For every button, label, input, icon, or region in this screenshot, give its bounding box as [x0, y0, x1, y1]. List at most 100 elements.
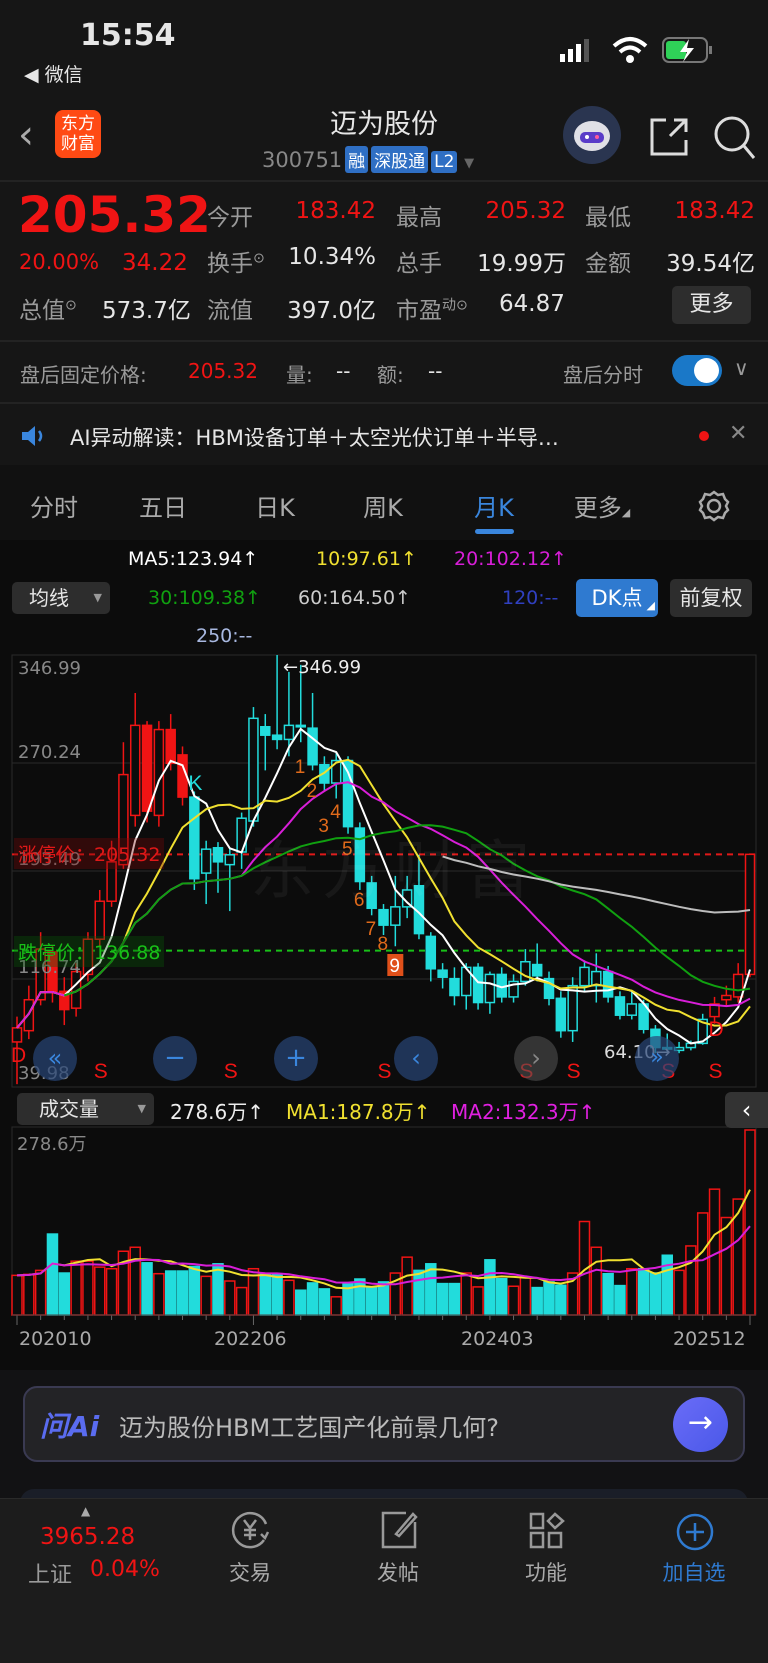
- x-tick-label: 202206: [214, 1328, 287, 1350]
- nav-post[interactable]: 发帖: [377, 1557, 419, 1587]
- candle-body: [520, 960, 531, 983]
- volume-bar: [129, 1246, 141, 1316]
- limit-down-label: 跌停价：136.88: [14, 936, 165, 967]
- volume-bar: [531, 1286, 543, 1316]
- volume-bar: [495, 1277, 508, 1316]
- td-count-label: 2: [307, 781, 318, 802]
- y-tick-max: 346.99: [18, 658, 81, 679]
- candle-body: [425, 935, 437, 970]
- volume-bar: [105, 1267, 118, 1316]
- volume-bar: [11, 1274, 23, 1316]
- ask-ai-prompt[interactable]: 迈为股份HBM工艺国产化前景几何?: [119, 1408, 499, 1443]
- volume-bar: [82, 1260, 94, 1316]
- volume-bar: [176, 1270, 189, 1316]
- td-count-label: 7: [366, 919, 377, 940]
- volume-value-legend: 278.6万↑: [170, 1100, 265, 1124]
- volume-bar: [94, 1266, 106, 1316]
- candle-body: [260, 725, 271, 736]
- add-watchlist-icon[interactable]: [675, 1512, 715, 1556]
- send-arrow-button[interactable]: →: [673, 1397, 728, 1452]
- scroll-to-start-button[interactable]: «: [33, 1036, 77, 1081]
- nav-functions[interactable]: 功能: [525, 1557, 567, 1587]
- volume-bar: [164, 1270, 177, 1316]
- volume-indicator-selector[interactable]: 成交量 ▼: [17, 1093, 154, 1125]
- volume-bar: [306, 1282, 319, 1316]
- volume-bar: [673, 1269, 685, 1316]
- zoom-in-button[interactable]: +: [274, 1036, 318, 1081]
- candle-body: [165, 728, 176, 765]
- volume-bar: [46, 1233, 59, 1316]
- limit-up-label: 涨停价：205.32: [14, 838, 165, 869]
- volume-max-label: 278.6万: [17, 1134, 87, 1155]
- index-name[interactable]: 上证: [28, 1557, 72, 1589]
- signal-d-marker: D: [709, 1018, 724, 1041]
- volume-bar: [34, 1269, 47, 1316]
- x-tick-label: 202403: [461, 1328, 534, 1350]
- post-edit-icon[interactable]: [380, 1510, 418, 1554]
- volume-bar: [460, 1272, 473, 1316]
- volume-selector-label: 成交量: [39, 1097, 99, 1121]
- volume-bar: [519, 1276, 532, 1316]
- volume-bar: [188, 1265, 201, 1316]
- volume-bar: [626, 1267, 638, 1316]
- signal-k-marker: K: [188, 772, 202, 795]
- volume-bar: [448, 1282, 461, 1316]
- candle-body: [94, 900, 106, 940]
- volume-bar: [259, 1272, 272, 1316]
- dropdown-arrow-icon: ▼: [137, 1102, 146, 1115]
- volume-bar: [294, 1289, 307, 1316]
- zoom-out-button[interactable]: −: [153, 1036, 197, 1081]
- candle-body: [744, 853, 756, 976]
- scroll-to-end-button[interactable]: »: [635, 1036, 679, 1081]
- candle-body: [11, 1027, 23, 1043]
- candle-body: [449, 977, 460, 997]
- candle-body: [437, 969, 448, 978]
- candle-body: [283, 724, 295, 741]
- volume-bar: [330, 1296, 342, 1316]
- functions-grid-icon[interactable]: [529, 1512, 565, 1554]
- candle-body: [626, 1003, 638, 1016]
- trade-yen-icon[interactable]: [230, 1510, 272, 1554]
- candle-body: [721, 994, 732, 1001]
- signal-s-marker: S: [378, 1060, 392, 1083]
- nav-trade[interactable]: 交易: [229, 1557, 271, 1587]
- signal-s-marker: S: [94, 1060, 108, 1083]
- scroll-right-button[interactable]: ›: [514, 1036, 558, 1081]
- volume-bar: [555, 1284, 567, 1316]
- candle-body: [531, 963, 543, 977]
- volume-bar: [685, 1245, 697, 1316]
- candle-body: [555, 997, 567, 1032]
- collapse-panel-button[interactable]: ‹: [725, 1092, 768, 1128]
- volume-bar: [58, 1272, 71, 1316]
- volume-bar: [200, 1275, 212, 1316]
- x-tick-label: 202010: [19, 1328, 92, 1350]
- volume-bar: [401, 1256, 413, 1316]
- volume-bar: [696, 1212, 709, 1316]
- scroll-left-button[interactable]: ‹: [394, 1036, 438, 1081]
- kline-chart[interactable]: DSKSSSSSSD123456789: [0, 0, 768, 1370]
- candle-body: [579, 966, 590, 987]
- candle-body: [484, 973, 496, 1004]
- candle-body: [153, 728, 165, 817]
- signal-s-marker: S: [224, 1060, 238, 1083]
- volume-ma1-legend: MA1:187.8万↑: [286, 1100, 431, 1124]
- candle-body: [271, 734, 283, 741]
- candle-body: [472, 966, 484, 1004]
- candle-body: [295, 724, 306, 728]
- candle-body: [602, 970, 614, 998]
- watermark: 东方财富: [250, 835, 538, 909]
- x-tick-label: 202512: [673, 1328, 746, 1350]
- volume-bar: [224, 1280, 236, 1316]
- nav-add-watchlist[interactable]: 加自选: [663, 1557, 726, 1587]
- candle-body: [236, 817, 247, 853]
- volume-bar: [153, 1272, 165, 1316]
- signal-s-marker: S: [709, 1060, 723, 1083]
- td-count-label: 8: [378, 934, 389, 955]
- volume-bar: [413, 1269, 425, 1316]
- volume-bar: [271, 1273, 283, 1316]
- index-value[interactable]: 3965.28: [40, 1524, 135, 1550]
- td-count-label: 9: [389, 956, 400, 977]
- candle-body: [212, 847, 224, 863]
- max-price-label: ←346.99: [283, 657, 362, 678]
- ask-ai-logo: 问Ai: [40, 1410, 100, 1443]
